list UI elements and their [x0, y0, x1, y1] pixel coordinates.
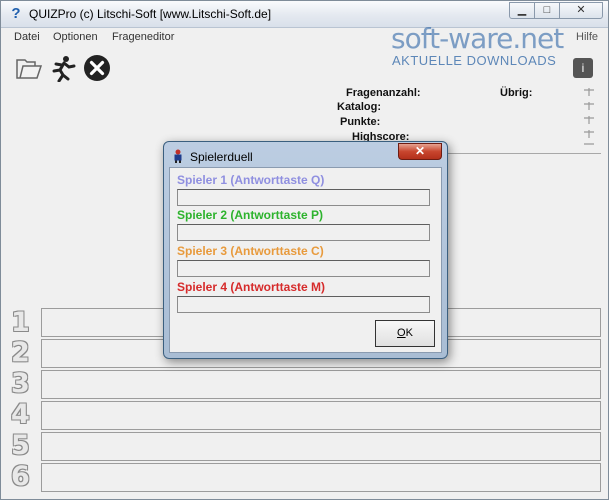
menu-datei[interactable]: Datei: [14, 31, 40, 43]
answer-row-5[interactable]: [41, 432, 601, 461]
watermark-tagline: AKTUELLE DOWNLOADS: [392, 53, 557, 68]
player-3-input[interactable]: [177, 260, 430, 277]
runner-icon[interactable]: [49, 54, 77, 82]
player-2-input[interactable]: [177, 224, 430, 241]
main-window: ? QUIZPro (c) Litschi-Soft [www.Litschi-…: [0, 0, 609, 500]
katalog-label: Katalog:: [337, 101, 381, 113]
answer-row-3[interactable]: [41, 370, 601, 399]
quiz-app-icon: ?: [11, 5, 21, 22]
answer-row-6[interactable]: [41, 463, 601, 492]
player-3-label: Spieler 3 (Antworttaste C): [177, 244, 324, 258]
row-number-6: 6: [11, 461, 30, 492]
ok-label-rest: K: [405, 327, 413, 339]
dialog-close-button[interactable]: ✕: [398, 143, 442, 160]
player-icon: [174, 149, 182, 163]
exit-icon[interactable]: [83, 54, 111, 82]
player-4-input[interactable]: [177, 296, 430, 313]
folder-open-icon[interactable]: [15, 54, 43, 82]
row-number-4: 4: [11, 399, 30, 430]
watermark-logo: soft-ware.net: [391, 22, 564, 55]
uebrig-label: Übrig:: [500, 87, 533, 99]
close-button[interactable]: ✕: [559, 2, 603, 19]
player-4-label: Spieler 4 (Antworttaste M): [177, 280, 326, 294]
info-icon[interactable]: i: [573, 58, 593, 78]
fragenanzahl-label: Fragenanzahl:: [346, 87, 421, 99]
menu-optionen[interactable]: Optionen: [53, 31, 98, 43]
dialog-body: Spieler 1 (Antworttaste Q) Spieler 2 (An…: [169, 167, 442, 353]
spielerduell-dialog: Spielerduell ✕ Spieler 1 (Antworttaste Q…: [163, 141, 448, 359]
row-number-1: 1: [11, 307, 30, 338]
answer-row-4[interactable]: [41, 401, 601, 430]
window-title: QUIZPro (c) Litschi-Soft [www.Litschi-So…: [29, 7, 272, 21]
player-1-label: Spieler 1 (Antworttaste Q): [177, 173, 325, 187]
score-ladder-icon: [584, 88, 594, 145]
row-number-2: 2: [11, 337, 30, 368]
row-number-5: 5: [11, 430, 30, 461]
player-2-label: Spieler 2 (Antworttaste P): [177, 208, 324, 222]
ok-button[interactable]: OK: [375, 320, 435, 347]
maximize-button[interactable]: □: [534, 2, 560, 19]
minimize-button[interactable]: ▁: [509, 2, 535, 19]
answer-divider: [431, 153, 601, 154]
row-number-3: 3: [11, 368, 30, 399]
player-1-input[interactable]: [177, 189, 430, 206]
ok-accelerator: O: [397, 327, 406, 339]
menu-hilfe[interactable]: Hilfe: [576, 31, 598, 43]
dialog-title: Spielerduell: [190, 150, 253, 164]
menu-frageneditor[interactable]: Frageneditor: [112, 31, 174, 43]
punkte-label: Punkte:: [340, 116, 381, 128]
